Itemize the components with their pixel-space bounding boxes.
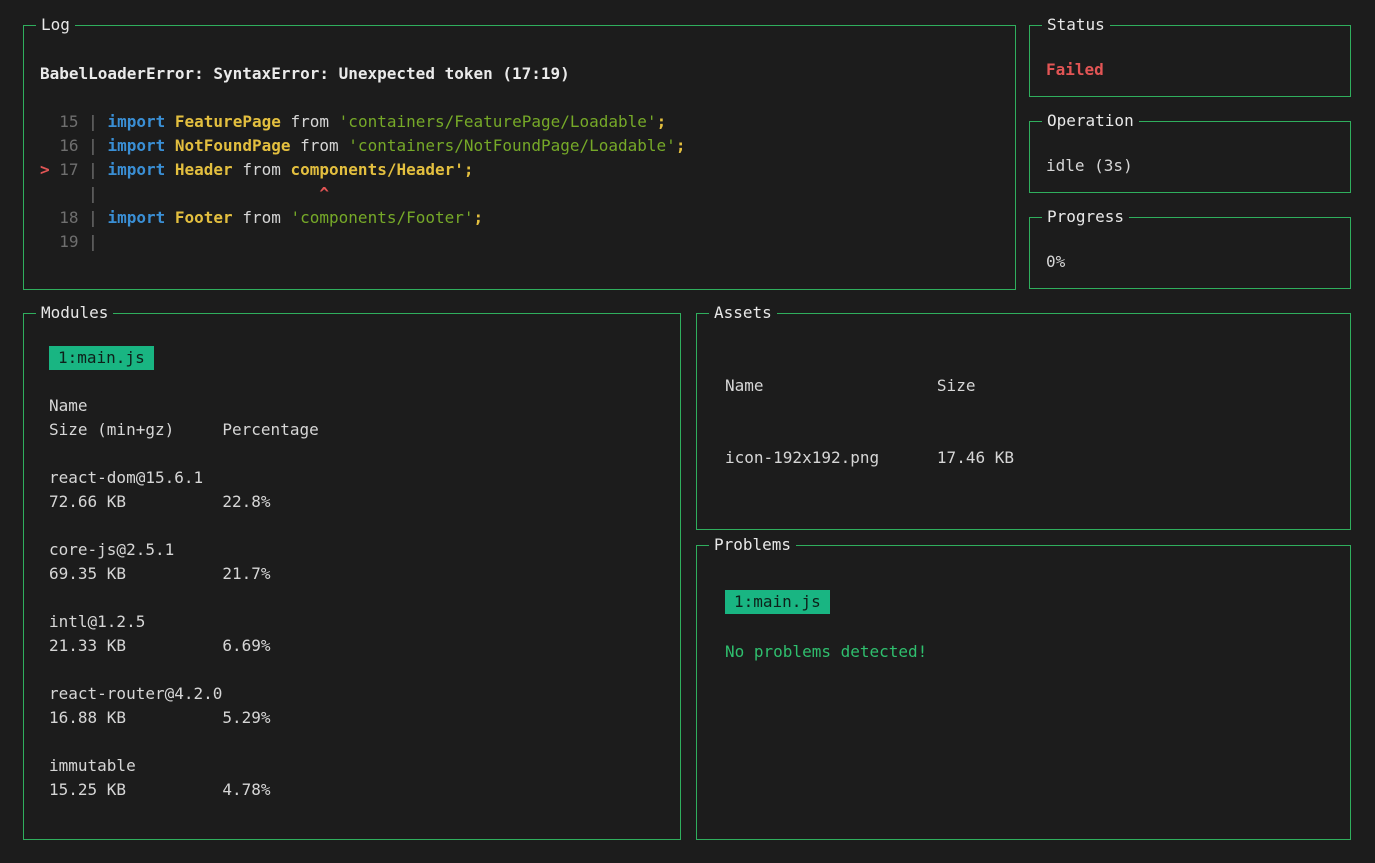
token-identifier: FeaturePage	[175, 112, 281, 131]
problems-panel-title: Problems	[709, 534, 796, 556]
error-message: BabelLoaderError: SyntaxError: Unexpecte…	[40, 62, 995, 86]
token-identifier: NotFoundPage	[175, 136, 291, 155]
module-size: 69.35 KB	[49, 562, 222, 586]
error-marker: >	[40, 158, 59, 182]
line-number: 15	[59, 110, 78, 134]
gutter-separator: |	[88, 160, 98, 179]
gutter-separator: |	[88, 208, 98, 227]
asset-row: icon-192x192.png17.46 KB	[725, 446, 1322, 470]
line-number: 16	[59, 134, 78, 158]
token-from: from	[242, 208, 281, 227]
module-name: immutable	[49, 754, 656, 778]
gutter-separator: |	[88, 112, 98, 131]
code-line-error: >17 | import Header from components/Head…	[40, 158, 995, 182]
module-percentage: 5.29%	[222, 708, 270, 727]
token-keyword: import	[107, 160, 165, 179]
token-string: 'components/Footer'	[291, 208, 474, 227]
asset-size: 17.46 KB	[937, 448, 1014, 467]
module-size: 21.33 KB	[49, 634, 222, 658]
modules-header-size: Size (min+gz)	[49, 418, 222, 442]
module-name: intl@1.2.5	[49, 610, 656, 634]
assets-header-size: Size	[937, 376, 976, 395]
gutter-separator: |	[88, 136, 98, 155]
gutter-separator: |	[88, 232, 98, 251]
modules-header-name: Name	[49, 394, 656, 418]
bottom-row: Modules 1:main.js Name Size (min+gz)Perc…	[23, 313, 1351, 840]
gutter-separator: |	[88, 184, 98, 203]
code-line: 15 | import FeaturePage from 'containers…	[40, 110, 995, 134]
module-percentage: 21.7%	[222, 564, 270, 583]
bundle-badge: 1:main.js	[49, 346, 154, 370]
assets-header-name: Name	[725, 374, 937, 398]
module-percentage: 6.69%	[222, 636, 270, 655]
module-row: intl@1.2.5 21.33 KB6.69%	[49, 610, 656, 658]
status-column: Status Failed Operation idle (3s) Progre…	[1029, 25, 1351, 290]
modules-table-header: Name Size (min+gz)Percentage	[49, 394, 656, 442]
caret-line: | ^	[40, 182, 995, 206]
status-panel: Status Failed	[1029, 25, 1351, 97]
token-keyword: import	[107, 208, 165, 227]
token-semicolon: ;	[474, 208, 484, 227]
token-identifier: Footer	[175, 208, 233, 227]
problems-message: No problems detected!	[725, 640, 1322, 664]
token-from: from	[242, 160, 281, 179]
code-line: 19 |	[40, 230, 995, 254]
modules-panel-title: Modules	[36, 302, 113, 324]
log-panel: Log BabelLoaderError: SyntaxError: Unexp…	[23, 25, 1016, 290]
progress-panel-title: Progress	[1042, 206, 1129, 228]
error-caret: ^	[319, 184, 329, 203]
module-row: core-js@2.5.1 69.35 KB21.7%	[49, 538, 656, 586]
operation-value: idle (3s)	[1046, 156, 1334, 176]
assets-table-header: NameSize	[725, 374, 1322, 398]
token-keyword: import	[107, 112, 165, 131]
module-size: 16.88 KB	[49, 706, 222, 730]
assets-panel-title: Assets	[709, 302, 777, 324]
modules-panel: Modules 1:main.js Name Size (min+gz)Perc…	[23, 313, 681, 840]
status-value: Failed	[1046, 60, 1334, 80]
module-percentage: 22.8%	[222, 492, 270, 511]
operation-panel-title: Operation	[1042, 110, 1139, 132]
token-identifier: Header	[175, 160, 233, 179]
assets-panel: Assets NameSize icon-192x192.png17.46 KB	[696, 313, 1351, 530]
modules-header-percentage: Percentage	[222, 420, 318, 439]
line-number: 17	[59, 158, 78, 182]
module-size: 15.25 KB	[49, 778, 222, 802]
token-from: from	[291, 112, 330, 131]
token-keyword: import	[107, 136, 165, 155]
token-bad-string: components/Header'	[291, 160, 464, 179]
code-line: 18 | import Footer from 'components/Foot…	[40, 206, 995, 230]
progress-value: 0%	[1046, 252, 1334, 272]
progress-panel: Progress 0%	[1029, 217, 1351, 289]
module-size: 72.66 KB	[49, 490, 222, 514]
bundle-badge: 1:main.js	[725, 590, 830, 614]
token-semicolon: ;	[464, 160, 474, 179]
module-row: react-router@4.2.0 16.88 KB5.29%	[49, 682, 656, 730]
module-name: react-router@4.2.0	[49, 682, 656, 706]
log-panel-title: Log	[36, 14, 75, 36]
token-semicolon: ;	[676, 136, 686, 155]
token-semicolon: ;	[657, 112, 667, 131]
top-row: Log BabelLoaderError: SyntaxError: Unexp…	[23, 25, 1351, 290]
assets-problems-column: Assets NameSize icon-192x192.png17.46 KB…	[696, 313, 1351, 840]
problems-panel: Problems 1:main.js No problems detected!	[696, 545, 1351, 840]
line-number: 19	[59, 230, 78, 254]
module-row: react-dom@15.6.1 72.66 KB22.8%	[49, 466, 656, 514]
status-panel-title: Status	[1042, 14, 1110, 36]
module-percentage: 4.78%	[222, 780, 270, 799]
webpack-dashboard: Log BabelLoaderError: SyntaxError: Unexp…	[0, 0, 1375, 863]
token-string: 'containers/NotFoundPage/Loadable'	[348, 136, 676, 155]
token-string: 'containers/FeaturePage/Loadable'	[339, 112, 657, 131]
module-row: immutable 15.25 KB4.78%	[49, 754, 656, 802]
line-number: 18	[59, 206, 78, 230]
module-name: core-js@2.5.1	[49, 538, 656, 562]
token-from: from	[300, 136, 339, 155]
module-name: react-dom@15.6.1	[49, 466, 656, 490]
code-line: 16 | import NotFoundPage from 'container…	[40, 134, 995, 158]
asset-name: icon-192x192.png	[725, 446, 937, 470]
operation-panel: Operation idle (3s)	[1029, 121, 1351, 193]
